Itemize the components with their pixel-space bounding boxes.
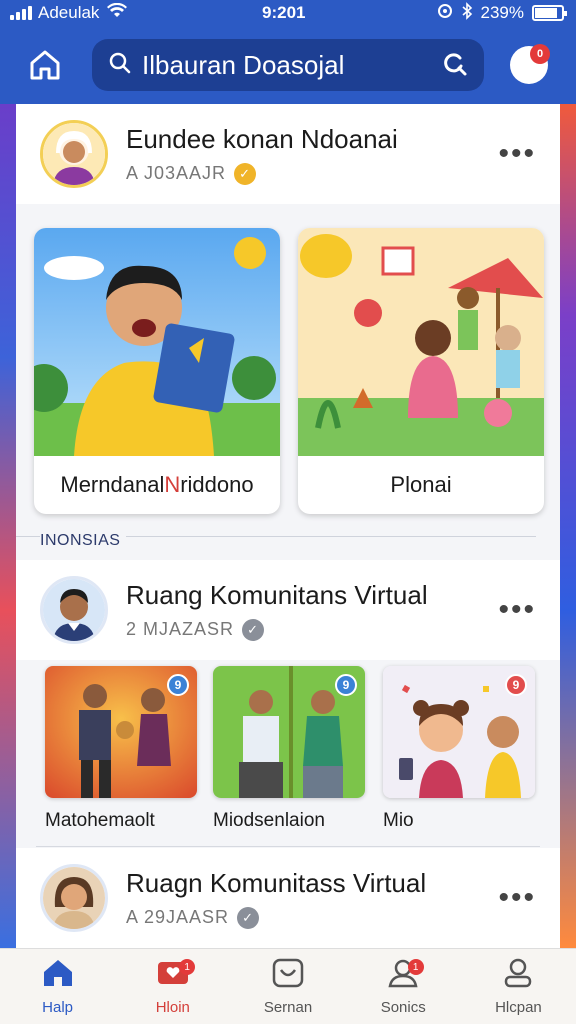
nav-item-social[interactable]: 1 Sonics bbox=[346, 949, 461, 1024]
boy-with-tablet-image bbox=[34, 228, 280, 456]
verified-badge-icon: ✓ bbox=[234, 162, 257, 185]
profile-icon bbox=[501, 958, 535, 993]
nav-label: Halp bbox=[42, 998, 74, 1016]
more-options-icon[interactable]: ••• bbox=[498, 137, 536, 171]
search-label: Ilbauran Doasojal bbox=[142, 49, 345, 80]
post-author-name[interactable]: Eundee konan Ndoanai bbox=[126, 124, 498, 155]
kids-playing-illustration bbox=[298, 228, 544, 456]
location-icon bbox=[437, 3, 453, 24]
media-card[interactable]: Merndanal Nriddono bbox=[34, 228, 280, 514]
caption-text: Merndanal bbox=[60, 472, 165, 497]
battery-percent: 239% bbox=[480, 3, 524, 22]
card-caption: Plonai bbox=[390, 472, 452, 497]
avatar[interactable] bbox=[40, 576, 108, 644]
play-badge-icon: 9 bbox=[335, 674, 357, 696]
battery-icon bbox=[532, 5, 567, 21]
signal-icon bbox=[10, 6, 32, 20]
thumbnail-card[interactable]: 9 bbox=[45, 666, 197, 798]
nav-badge: 1 bbox=[179, 959, 196, 975]
post-timestamp: A J03AAJR bbox=[126, 163, 227, 183]
nav-item-profile[interactable]: Hlcpan bbox=[461, 949, 576, 1024]
card-caption: Merndanal Nriddono bbox=[34, 456, 280, 514]
nav-label: Sonics bbox=[380, 998, 426, 1016]
thumbnail-caption: Miodsenlaion bbox=[213, 810, 325, 831]
feed: Eundee konan Ndoanai A J03AAJR ✓ ••• Mer… bbox=[16, 104, 560, 948]
thumbnail-caption: Mio bbox=[383, 810, 414, 831]
post-header[interactable]: Ruang Komunitans Virtual 2 MJAZASR ✓ ••• bbox=[16, 560, 560, 660]
section-label: INONSIAS bbox=[40, 532, 127, 550]
post-header[interactable]: Ruagn Komunitass Virtual A 29JAASR ✓ ••• bbox=[16, 848, 560, 948]
carrier-name: Adeulak bbox=[38, 3, 100, 22]
status-bar: Adeulak 9:201 239% bbox=[0, 0, 576, 26]
caption-accent-letter: N bbox=[164, 472, 181, 497]
verified-badge-icon: ✓ bbox=[242, 618, 265, 641]
nav-item-messages[interactable]: 1 Hloin bbox=[115, 949, 230, 1024]
post-author-name[interactable]: Ruang Komunitans Virtual bbox=[126, 580, 498, 611]
post-divider bbox=[36, 846, 540, 847]
home-icon bbox=[41, 958, 75, 993]
bottom-navigation: Halp 1 Hloin Sernan 1 Sonics Hlcpan bbox=[0, 948, 576, 1024]
thumbnail-caption: Matohemaolt bbox=[45, 810, 155, 831]
post-timestamp: 2 MJAZASR bbox=[126, 619, 235, 639]
verified-badge-icon: ✓ bbox=[237, 906, 260, 929]
decorative-edge-right bbox=[560, 104, 576, 948]
clock: 9:201 bbox=[262, 3, 306, 22]
nav-label: Hlcpan bbox=[495, 998, 542, 1016]
thumbnail-card[interactable]: 9 bbox=[383, 666, 535, 798]
post-header[interactable]: Eundee konan Ndoanai A J03AAJR ✓ ••• bbox=[16, 104, 560, 204]
nav-label: Sernan bbox=[263, 998, 313, 1016]
caption-text-end: riddono bbox=[180, 472, 254, 497]
post-author-name[interactable]: Ruagn Komunitass Virtual bbox=[126, 868, 498, 899]
wifi-icon bbox=[107, 2, 128, 23]
nav-badge: 1 bbox=[407, 959, 424, 975]
more-options-icon[interactable]: ••• bbox=[498, 593, 536, 627]
avatar[interactable] bbox=[40, 120, 108, 188]
bluetooth-icon bbox=[461, 1, 473, 25]
nav-label: Hloin bbox=[155, 998, 190, 1016]
play-badge-icon: 9 bbox=[505, 674, 527, 696]
nav-item-home[interactable]: Halp bbox=[0, 949, 115, 1024]
thumbnail-card[interactable]: 9 bbox=[213, 666, 365, 798]
search-submit-icon[interactable] bbox=[440, 49, 468, 82]
top-app-bar: Ilbauran Doasojal 0 bbox=[0, 26, 576, 104]
more-options-icon[interactable]: ••• bbox=[498, 881, 536, 915]
decorative-edge-left bbox=[0, 104, 16, 948]
search-bar[interactable]: Ilbauran Doasojal bbox=[92, 39, 484, 91]
avatar[interactable] bbox=[40, 864, 108, 932]
profile-avatar-button[interactable]: 0 bbox=[510, 44, 550, 84]
search-icon bbox=[108, 51, 132, 80]
home-icon[interactable] bbox=[20, 40, 70, 90]
service-icon bbox=[271, 958, 305, 993]
play-badge-icon: 9 bbox=[167, 674, 189, 696]
media-card[interactable]: Plonai bbox=[298, 228, 544, 514]
notification-badge: 0 bbox=[530, 44, 550, 64]
post-timestamp: A 29JAASR bbox=[126, 907, 230, 927]
nav-item-services[interactable]: Sernan bbox=[230, 949, 345, 1024]
